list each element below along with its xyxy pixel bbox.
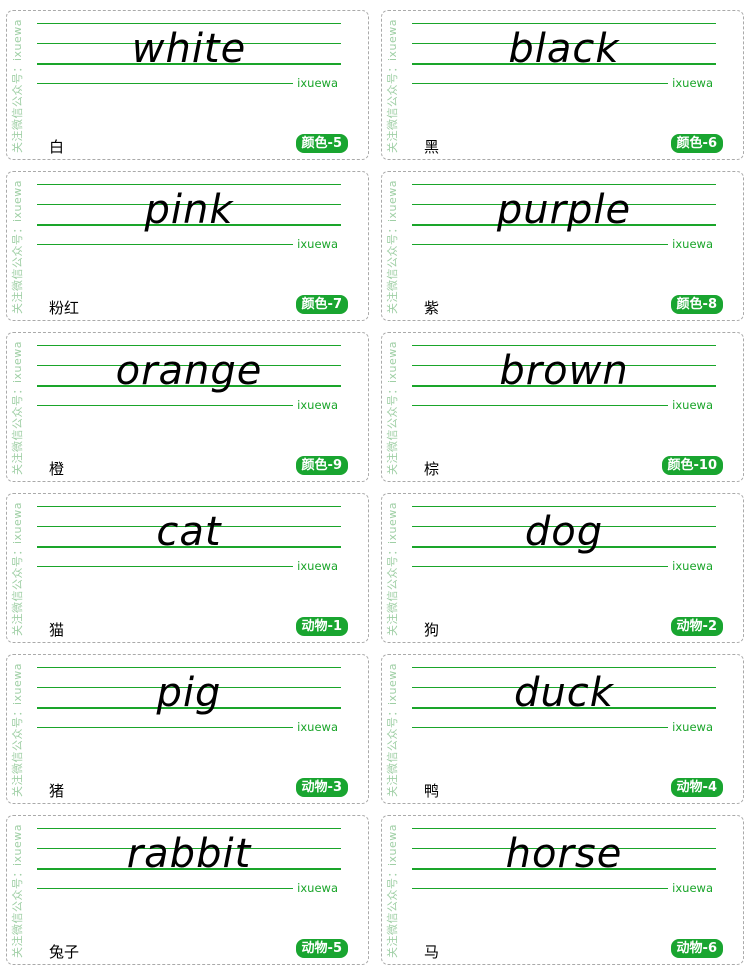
guide-line [412,506,716,507]
category-badge: 颜色-7 [295,295,348,314]
side-watermark: 关注微信公众号：ixuewa [385,498,399,640]
category-badge: 颜色-5 [295,134,348,153]
chinese-meaning: 黑 [424,138,440,156]
english-word: pink [144,187,234,233]
guide-line [37,667,341,668]
chinese-meaning: 马 [424,943,440,961]
side-text: 关注微信公众号：ixuewa [11,340,25,476]
category-badge: 颜色-9 [295,456,348,475]
category-badge: 动物-4 [670,778,723,797]
english-word: rabbit [126,831,252,877]
guide-line [37,23,341,24]
flashcard: 关注微信公众号：ixuewa ixuewa cat 猫 动物-1 [6,493,369,643]
side-text: 关注微信公众号：ixuewa [11,823,25,959]
category-badge: 动物-5 [295,939,348,958]
side-text: 关注微信公众号：ixuewa [386,823,400,959]
guide-line [412,828,716,829]
side-watermark: 关注微信公众号：ixuewa [10,176,24,318]
english-word: orange [115,348,263,394]
chinese-meaning: 鸭 [424,782,440,800]
side-watermark: 关注微信公众号：ixuewa [10,498,24,640]
brand-label: ixuewa [668,720,717,734]
brand-label: ixuewa [668,559,717,573]
flashcard: 关注微信公众号：ixuewa ixuewa pig 猪 动物-3 [6,654,369,804]
guide-line [412,23,716,24]
brand-label: ixuewa [293,720,342,734]
category-badge: 颜色-6 [670,134,723,153]
side-watermark: 关注微信公众号：ixuewa [385,337,399,479]
side-text: 关注微信公众号：ixuewa [386,340,400,476]
flashcard: 关注微信公众号：ixuewa ixuewa brown 棕 颜色-10 [381,332,744,482]
chinese-meaning: 紫 [424,299,440,317]
side-text: 关注微信公众号：ixuewa [11,501,25,637]
guide-line [37,506,341,507]
side-text: 关注微信公众号：ixuewa [386,179,400,315]
side-text: 关注微信公众号：ixuewa [11,662,25,798]
guide-line [37,828,341,829]
brand-label: ixuewa [668,881,717,895]
side-text: 关注微信公众号：ixuewa [386,501,400,637]
category-badge: 动物-1 [295,617,348,636]
side-watermark: 关注微信公众号：ixuewa [10,659,24,801]
brand-label: ixuewa [668,398,717,412]
english-word: purple [496,187,632,233]
side-watermark: 关注微信公众号：ixuewa [385,15,399,157]
flashcard: 关注微信公众号：ixuewa ixuewa purple 紫 颜色-8 [381,171,744,321]
chinese-meaning: 白 [49,138,65,156]
flashcard: 关注微信公众号：ixuewa ixuewa horse 马 动物-6 [381,815,744,965]
side-watermark: 关注微信公众号：ixuewa [385,820,399,962]
side-text: 关注微信公众号：ixuewa [11,179,25,315]
category-badge: 动物-2 [670,617,723,636]
side-text: 关注微信公众号：ixuewa [386,18,400,154]
flashcard: 关注微信公众号：ixuewa ixuewa duck 鸭 动物-4 [381,654,744,804]
brand-label: ixuewa [293,76,342,90]
brand-label: ixuewa [668,76,717,90]
chinese-meaning: 狗 [424,621,440,639]
guide-line [37,184,341,185]
side-text: 关注微信公众号：ixuewa [11,18,25,154]
chinese-meaning: 粉红 [49,299,80,317]
english-word: horse [505,831,623,877]
brand-label: ixuewa [293,237,342,251]
english-word: brown [499,348,629,394]
category-badge: 动物-6 [670,939,723,958]
side-watermark: 关注微信公众号：ixuewa [385,176,399,318]
english-word: duck [514,670,614,716]
english-word: dog [524,509,604,555]
side-watermark: 关注微信公众号：ixuewa [385,659,399,801]
flashcard: 关注微信公众号：ixuewa ixuewa rabbit 兔子 动物-5 [6,815,369,965]
flashcard: 关注微信公众号：ixuewa ixuewa white 白 颜色-5 [6,10,369,160]
flashcard: 关注微信公众号：ixuewa ixuewa orange 橙 颜色-9 [6,332,369,482]
flashcard: 关注微信公众号：ixuewa ixuewa pink 粉红 颜色-7 [6,171,369,321]
chinese-meaning: 橙 [49,460,65,478]
flashcard: 关注微信公众号：ixuewa ixuewa dog 狗 动物-2 [381,493,744,643]
chinese-meaning: 兔子 [49,943,80,961]
guide-line [412,345,716,346]
side-watermark: 关注微信公众号：ixuewa [10,337,24,479]
english-word: black [508,26,620,72]
english-word: pig [156,670,222,716]
brand-label: ixuewa [293,559,342,573]
brand-label: ixuewa [293,398,342,412]
chinese-meaning: 棕 [424,460,440,478]
side-watermark: 关注微信公众号：ixuewa [10,820,24,962]
english-word: cat [156,509,222,555]
guide-line [412,184,716,185]
english-word: white [131,26,247,72]
guide-line [412,667,716,668]
brand-label: ixuewa [668,237,717,251]
category-badge: 颜色-8 [670,295,723,314]
flashcard: 关注微信公众号：ixuewa ixuewa black 黑 颜色-6 [381,10,744,160]
category-badge: 动物-3 [295,778,348,797]
guide-line [37,345,341,346]
brand-label: ixuewa [293,881,342,895]
category-badge: 颜色-10 [661,456,723,475]
chinese-meaning: 猫 [49,621,65,639]
chinese-meaning: 猪 [49,782,65,800]
side-watermark: 关注微信公众号：ixuewa [10,15,24,157]
side-text: 关注微信公众号：ixuewa [386,662,400,798]
